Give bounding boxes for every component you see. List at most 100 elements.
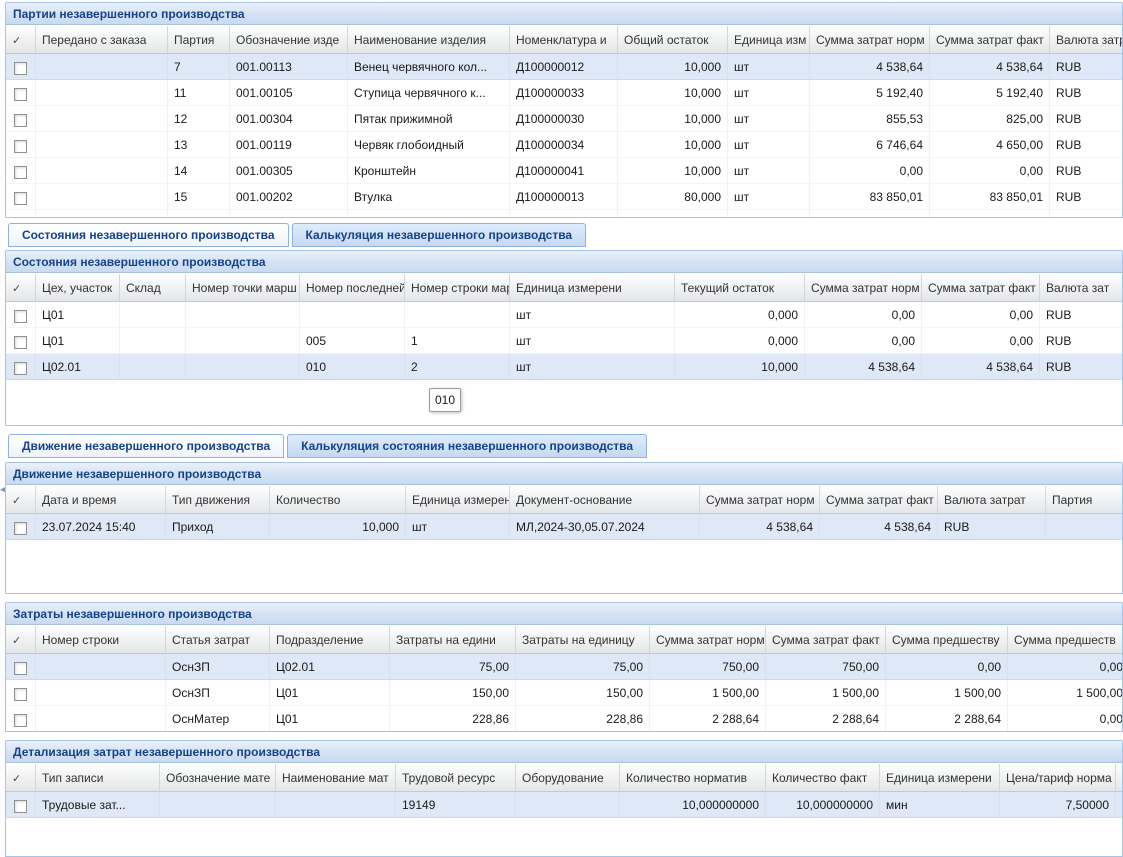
table-cell[interactable]: 2 288,64 <box>886 706 1008 731</box>
table-cell[interactable]: 010 <box>300 354 405 380</box>
table-cell[interactable]: 1 500,00 <box>1008 680 1122 706</box>
table-cell[interactable]: шт <box>728 158 810 184</box>
table-cell[interactable]: RUB <box>1050 54 1122 80</box>
column-header[interactable]: Затраты на единицу <box>516 626 650 654</box>
column-header[interactable]: Единица измерени <box>880 764 1000 792</box>
table-row[interactable]: 7001.00113Венец червячного кол...Д100000… <box>6 54 1122 80</box>
column-header[interactable]: Валюта затрат <box>938 486 1046 514</box>
column-header[interactable]: Общий остаток <box>618 26 728 54</box>
column-header[interactable]: Сумма предшеств <box>1008 626 1122 654</box>
table-cell[interactable]: 4 538,64 <box>700 514 820 540</box>
table-cell[interactable]: Д100000034 <box>510 132 618 158</box>
table-cell[interactable]: 12 <box>168 106 230 132</box>
table-cell[interactable]: Трудовые зат... <box>36 792 160 818</box>
table-cell[interactable] <box>36 680 166 706</box>
column-header[interactable]: Сумма затрат норм <box>650 626 766 654</box>
table-row[interactable]: 23.07.2024 15:40Приход10,000штМЛ,2024-30… <box>6 514 1122 540</box>
column-header[interactable]: Единица измерени <box>510 274 675 302</box>
row-checkbox[interactable] <box>14 662 27 675</box>
column-header[interactable]: Дата и время <box>36 486 166 514</box>
table-cell[interactable] <box>120 354 186 380</box>
table-cell[interactable]: Д100000018 <box>510 210 618 217</box>
select-all-header[interactable]: ✓ <box>6 486 36 514</box>
row-checkbox[interactable] <box>14 362 27 375</box>
table-cell[interactable]: шт <box>510 354 675 380</box>
table-cell[interactable]: ОснМатер <box>166 706 270 731</box>
table-cell[interactable]: шт <box>728 54 810 80</box>
table-cell[interactable] <box>405 302 510 328</box>
column-header[interactable]: Сумма предшеству <box>886 626 1008 654</box>
table-row[interactable]: ОснЗПЦ01150,00150,001 500,001 500,001 50… <box>6 680 1122 706</box>
table-cell[interactable]: 83 850,01 <box>810 184 930 210</box>
table-cell[interactable]: шт <box>510 328 675 354</box>
table-cell[interactable]: RUB <box>1050 80 1122 106</box>
table-cell[interactable]: RUB <box>1050 210 1122 217</box>
table-cell[interactable]: Втулка <box>348 184 510 210</box>
table-cell[interactable]: ОснЗП <box>166 654 270 680</box>
table-cell[interactable]: 3 048,00 <box>930 210 1050 217</box>
row-checkbox[interactable] <box>14 310 27 323</box>
table-cell[interactable]: 80,000 <box>618 184 728 210</box>
table-cell[interactable]: Ц01 <box>36 328 120 354</box>
table-cell[interactable]: 0,00 <box>930 158 1050 184</box>
table-cell[interactable]: Венец червячного кол... <box>348 54 510 80</box>
table-cell[interactable]: 750,00 <box>766 654 886 680</box>
column-header[interactable]: Сумма затрат норм <box>810 26 930 54</box>
table-cell[interactable]: Ц01 <box>270 680 390 706</box>
table-cell[interactable]: МЛ,2024-30,05.07.2024 <box>510 514 700 540</box>
tab-wip-state-calculation[interactable]: Калькуляция состояния незавершенного про… <box>287 434 647 458</box>
table-cell[interactable]: RUB <box>1050 132 1122 158</box>
table-cell[interactable]: 1 500,00 <box>650 680 766 706</box>
column-header[interactable]: Ц <box>1116 764 1122 792</box>
table-cell[interactable]: RUB <box>1040 302 1122 328</box>
table-cell[interactable]: Ц02.01 <box>270 654 390 680</box>
table-cell[interactable]: Крепление фланцевое <box>348 210 510 217</box>
table-cell[interactable]: 14 <box>168 158 230 184</box>
table-cell[interactable]: 6 746,64 <box>810 132 930 158</box>
table-cell[interactable]: RUB <box>1040 328 1122 354</box>
table-cell[interactable]: 10,000 <box>270 514 406 540</box>
column-header[interactable]: Передано с заказа <box>36 26 168 54</box>
table-cell[interactable]: шт <box>728 106 810 132</box>
table-cell[interactable]: 4 538,64 <box>922 354 1040 380</box>
table-cell[interactable]: 005 <box>300 328 405 354</box>
table-cell[interactable]: 1 500,00 <box>766 680 886 706</box>
table-cell[interactable]: 10,000 <box>618 158 728 184</box>
table-cell[interactable]: 001.00113 <box>230 54 348 80</box>
table-cell[interactable] <box>300 302 405 328</box>
column-header[interactable]: Номер точки марш <box>186 274 300 302</box>
table-cell[interactable]: 001.00202 <box>230 184 348 210</box>
table-cell[interactable]: 1 <box>405 328 510 354</box>
table-cell[interactable]: 150,00 <box>516 680 650 706</box>
row-checkbox[interactable] <box>14 714 27 727</box>
column-header[interactable]: Оборудование <box>516 764 620 792</box>
table-row[interactable]: Трудовые зат...1914910,00000000010,00000… <box>6 792 1122 818</box>
table-cell[interactable] <box>186 328 300 354</box>
table-cell[interactable]: 2 288,64 <box>766 706 886 731</box>
column-header[interactable]: Тип движения <box>166 486 270 514</box>
row-checkbox[interactable] <box>14 336 27 349</box>
table-cell[interactable]: 001.00305 <box>230 158 348 184</box>
row-checkbox[interactable] <box>14 192 27 205</box>
table-row[interactable]: Ц010051шт0,0000,000,00RUB <box>6 328 1122 354</box>
table-row[interactable]: 13001.00119Червяк глобоидныйД10000003410… <box>6 132 1122 158</box>
table-cell[interactable]: Д100000012 <box>510 54 618 80</box>
column-header[interactable]: Партия <box>168 26 230 54</box>
table-row[interactable]: 14001.00305КронштейнД10000004110,000шт0,… <box>6 158 1122 184</box>
table-cell[interactable]: 21 <box>168 210 230 217</box>
table-cell[interactable]: 001.00105 <box>230 80 348 106</box>
table-row[interactable]: 15001.00202ВтулкаД10000001380,000шт83 85… <box>6 184 1122 210</box>
row-checkbox[interactable] <box>14 688 27 701</box>
row-checkbox[interactable] <box>14 114 27 127</box>
table-cell[interactable] <box>36 54 168 80</box>
select-all-header[interactable]: ✓ <box>6 274 36 302</box>
table-cell[interactable]: 4 650,00 <box>930 132 1050 158</box>
column-header[interactable]: Обозначение изде <box>230 26 348 54</box>
table-cell[interactable]: 1 500,00 <box>886 680 1008 706</box>
select-all-header[interactable]: ✓ <box>6 626 36 654</box>
column-header[interactable]: Количество факт <box>766 764 880 792</box>
row-checkbox[interactable] <box>14 88 27 101</box>
column-header[interactable]: Трудовой ресурс <box>396 764 516 792</box>
table-cell[interactable]: 7 <box>168 54 230 80</box>
table-row[interactable]: Ц01шт0,0000,000,00RUB <box>6 302 1122 328</box>
